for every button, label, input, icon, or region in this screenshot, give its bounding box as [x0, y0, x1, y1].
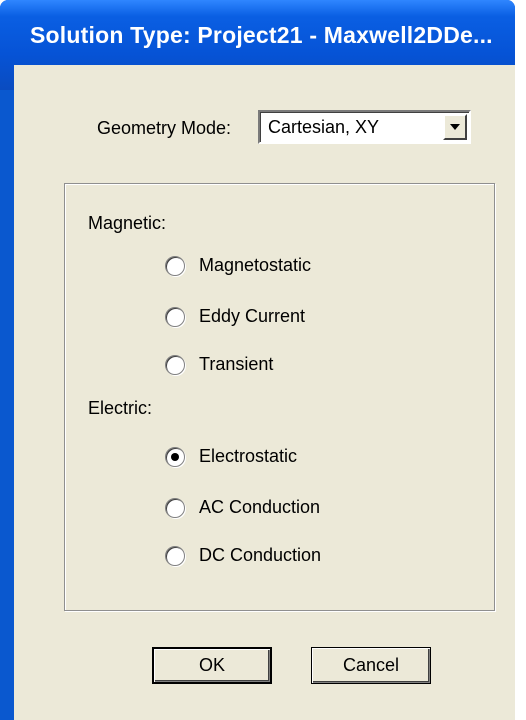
radio-label: Transient: [199, 354, 274, 374]
dialog-window: Solution Type: Project21 - Maxwell2DDe..…: [0, 0, 515, 720]
radio-label: AC Conduction: [199, 497, 321, 517]
geometry-mode-value: Cartesian, XY: [268, 117, 380, 137]
magnetic-section-label: Magnetic:: [88, 213, 167, 233]
radio-button[interactable]: [165, 355, 185, 375]
geometry-mode-label: Geometry Mode:: [97, 118, 232, 138]
chevron-down-icon: [450, 124, 460, 130]
radio-button[interactable]: [165, 498, 185, 518]
radio-label: Eddy Current: [199, 306, 306, 326]
radio-button[interactable]: [165, 307, 185, 327]
dialog-body: Geometry Mode: Cartesian, XY Magnetic: M…: [14, 65, 515, 720]
window-title: Solution Type: Project21 - Maxwell2DDe..…: [30, 22, 493, 48]
cancel-button[interactable]: Cancel: [311, 647, 431, 684]
radio-button[interactable]: [165, 546, 185, 566]
dropdown-button[interactable]: [443, 114, 467, 140]
radio-label: DC Conduction: [199, 545, 322, 565]
radio-label: Magnetostatic: [199, 255, 312, 275]
radio-button[interactable]: [165, 447, 185, 467]
radio-label: Electrostatic: [199, 446, 298, 466]
radio-button[interactable]: [165, 256, 185, 276]
ok-button[interactable]: OK: [152, 647, 272, 684]
solver-group-box: Magnetic: Magnetostatic Eddy Current Tra…: [64, 183, 495, 611]
radio-selected-dot: [171, 453, 179, 461]
electric-section-label: Electric:: [88, 398, 153, 418]
geometry-mode-select[interactable]: Cartesian, XY: [258, 110, 471, 144]
